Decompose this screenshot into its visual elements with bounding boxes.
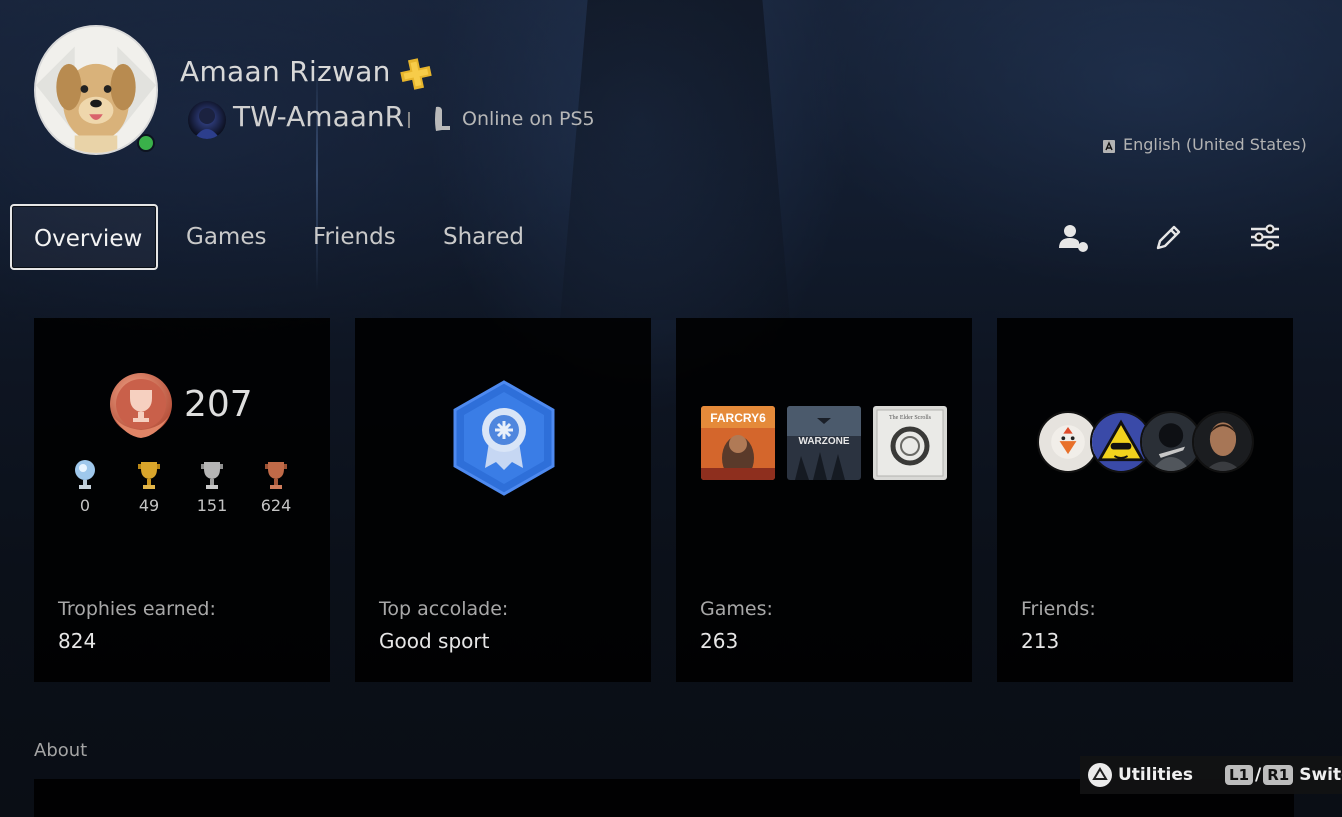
trophies-label: Trophies earned: (58, 598, 216, 620)
settings-sliders-icon[interactable] (1248, 220, 1282, 254)
friend-avatar-4 (1192, 411, 1254, 473)
profile-online-id: TW-AmaanR (233, 100, 405, 133)
silver-trophy-icon (201, 462, 223, 489)
accolade-label: Top accolade: (379, 598, 509, 620)
tab-shared[interactable]: Shared (421, 204, 546, 270)
svg-text:WARZONE: WARZONE (798, 436, 849, 447)
hint-utilities: Utilities (1118, 765, 1194, 785)
games-label: Games: (700, 598, 773, 620)
good-sport-accolade-icon (453, 380, 555, 496)
game-thumb-farcry6: FARCRY6 (701, 406, 775, 480)
button-hint-bar: Utilities L1 / R1 Switch (1080, 756, 1342, 794)
game-thumb-elder-scrolls: The Elder Scrolls (873, 406, 947, 480)
friends-value: 213 (1021, 629, 1060, 653)
platinum-trophy-icon (75, 460, 95, 489)
separator (408, 112, 410, 128)
triangle-button-icon (1088, 763, 1112, 787)
background-beam (560, 0, 790, 320)
ps5-console-icon (435, 106, 450, 131)
games-card[interactable]: FARCRY6 WARZONE The Elder Scrolls Games:… (676, 318, 972, 682)
trophy-level-icon (110, 373, 172, 438)
online-indicator (137, 134, 155, 152)
hint-slash: / (1255, 765, 1262, 785)
game-thumb-warzone: WARZONE (787, 406, 861, 480)
bronze-trophy-count: 624 (256, 459, 296, 515)
add-friend-icon[interactable] (1056, 220, 1090, 254)
online-id-avatar (188, 101, 226, 139)
dog-avatar-image (36, 27, 156, 153)
language-label[interactable]: English (United States) (1123, 135, 1307, 154)
profile-real-name: Amaan Rizwan (180, 55, 391, 88)
svg-text:FARCRY6: FARCRY6 (710, 411, 766, 425)
games-value: 263 (700, 629, 739, 653)
r1-button-icon: R1 (1263, 765, 1294, 785)
svg-text:The Elder Scrolls: The Elder Scrolls (889, 415, 932, 421)
trophies-value: 824 (58, 629, 97, 653)
tab-friends[interactable]: Friends (291, 204, 418, 270)
accolade-card[interactable]: Top accolade: Good sport (355, 318, 651, 682)
online-status-text: Online on PS5 (462, 108, 595, 130)
accolade-value: Good sport (379, 629, 490, 653)
tab-overview[interactable]: Overview (10, 204, 158, 270)
gold-trophy-count: 49 (129, 459, 169, 515)
language-icon (1103, 140, 1115, 153)
hint-switch: Switch (1299, 765, 1342, 785)
trophies-card[interactable]: 207 0 49 151 624 Trophies earned: 824 (34, 318, 330, 682)
platinum-trophy-count: 0 (65, 459, 105, 515)
bronze-trophy-icon (265, 462, 287, 489)
edit-icon[interactable] (1152, 220, 1186, 254)
ps-plus-icon (400, 58, 432, 90)
friends-label: Friends: (1021, 598, 1096, 620)
silver-trophy-count: 151 (192, 459, 232, 515)
tab-games[interactable]: Games (164, 204, 288, 270)
trophy-level: 207 (184, 384, 253, 425)
about-heading: About (34, 740, 88, 761)
l1-button-icon: L1 (1225, 765, 1254, 785)
friends-card[interactable]: Friends: 213 (997, 318, 1293, 682)
gold-trophy-icon (138, 462, 160, 489)
